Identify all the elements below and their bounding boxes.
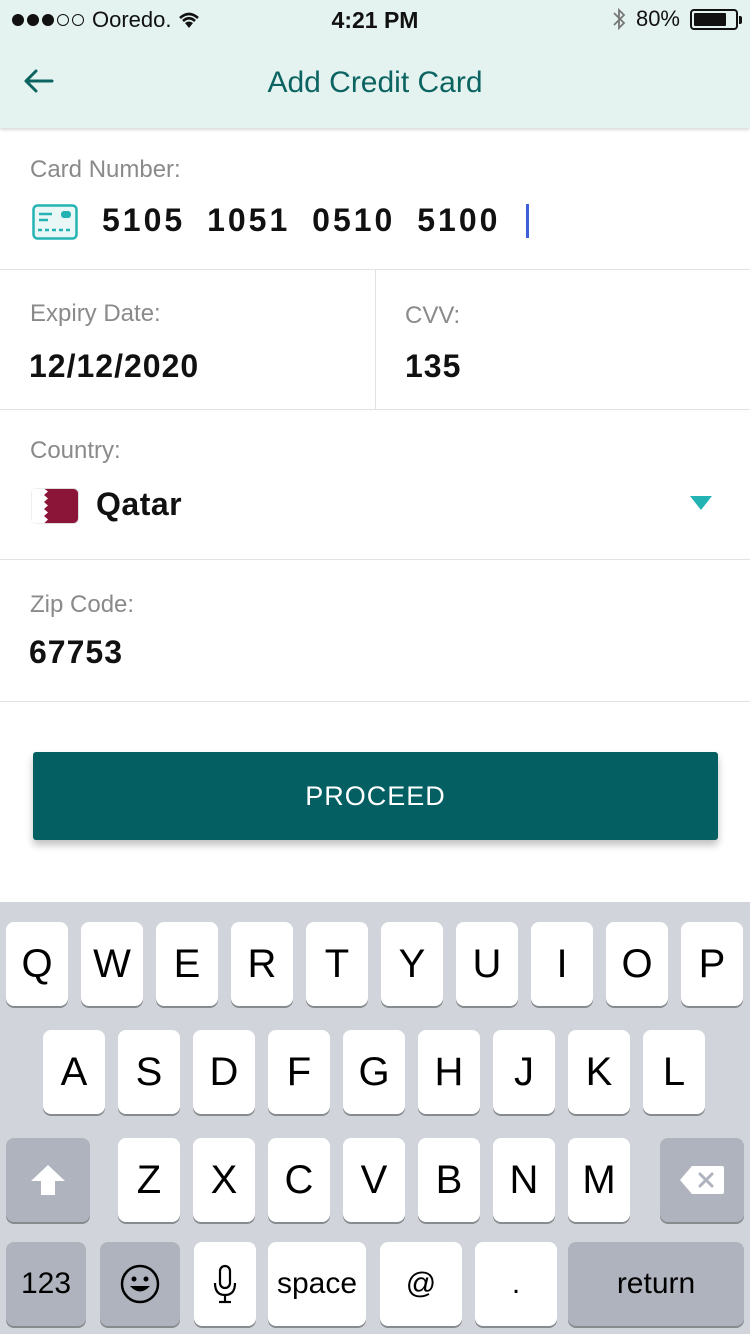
country-label: Country: bbox=[30, 437, 121, 464]
bluetooth-icon bbox=[613, 7, 626, 31]
microphone-key[interactable] bbox=[194, 1242, 256, 1326]
card-number-label: Card Number: bbox=[30, 156, 181, 183]
key-f[interactable]: F bbox=[268, 1030, 330, 1114]
key-s[interactable]: S bbox=[118, 1030, 180, 1114]
zip-code-label: Zip Code: bbox=[30, 591, 135, 618]
text-cursor bbox=[526, 204, 529, 238]
key-v[interactable]: V bbox=[343, 1138, 405, 1222]
battery-icon bbox=[690, 8, 742, 30]
key-j[interactable]: J bbox=[493, 1030, 555, 1114]
key-i[interactable]: I bbox=[531, 922, 593, 1006]
battery-percent: 80% bbox=[635, 6, 680, 31]
key-n[interactable]: N bbox=[493, 1138, 555, 1222]
key-a[interactable]: A bbox=[43, 1030, 105, 1114]
zip-code-input[interactable]: 67753 bbox=[29, 634, 123, 671]
key-d[interactable]: D bbox=[193, 1030, 255, 1114]
key-k[interactable]: K bbox=[568, 1030, 630, 1114]
status-bar: Ooredo. 4:21 PM 80% bbox=[0, 0, 750, 40]
credit-card-icon bbox=[32, 204, 78, 240]
country-select[interactable]: Qatar bbox=[0, 470, 750, 550]
vertical-divider bbox=[375, 270, 376, 410]
divider bbox=[0, 559, 750, 560]
at-key[interactable]: @ bbox=[380, 1242, 462, 1326]
key-g[interactable]: G bbox=[343, 1030, 405, 1114]
delete-key[interactable] bbox=[660, 1138, 744, 1222]
emoji-key[interactable] bbox=[100, 1242, 180, 1326]
carrier-name: Ooredo. bbox=[92, 7, 172, 32]
key-m[interactable]: M bbox=[568, 1138, 630, 1222]
key-b[interactable]: B bbox=[418, 1138, 480, 1222]
country-value: Qatar bbox=[96, 486, 183, 522]
proceed-button[interactable]: PROCEED bbox=[33, 752, 718, 840]
status-left: Ooredo. bbox=[12, 7, 202, 33]
space-key[interactable]: space bbox=[268, 1242, 366, 1326]
signal-dots-icon bbox=[12, 14, 84, 26]
key-r[interactable]: R bbox=[231, 922, 293, 1006]
key-y[interactable]: Y bbox=[381, 922, 443, 1006]
key-h[interactable]: H bbox=[418, 1030, 480, 1114]
key-q[interactable]: Q bbox=[6, 922, 68, 1006]
microphone-icon bbox=[213, 1264, 237, 1304]
keyboard: QWERTYUIOP ASDFGHJKL ZXCVBNM 123 space @… bbox=[0, 902, 750, 1334]
key-c[interactable]: C bbox=[268, 1138, 330, 1222]
emoji-icon bbox=[120, 1264, 160, 1304]
card-number-input[interactable]: 5105 1051 0510 5100 bbox=[102, 202, 500, 239]
shift-icon bbox=[31, 1165, 65, 1195]
nav-bar: Add Credit Card bbox=[0, 40, 750, 128]
page-title: Add Credit Card bbox=[267, 66, 483, 99]
key-t[interactable]: T bbox=[306, 922, 368, 1006]
battery-fill bbox=[694, 12, 726, 26]
divider bbox=[0, 701, 750, 702]
numbers-key[interactable]: 123 bbox=[6, 1242, 86, 1326]
expiry-date-label: Expiry Date: bbox=[30, 300, 161, 327]
status-right: 80% bbox=[612, 6, 742, 32]
cvv-label: CVV: bbox=[405, 302, 461, 329]
delete-icon bbox=[680, 1166, 724, 1194]
key-u[interactable]: U bbox=[456, 922, 518, 1006]
key-o[interactable]: O bbox=[606, 922, 668, 1006]
key-e[interactable]: E bbox=[156, 922, 218, 1006]
key-z[interactable]: Z bbox=[118, 1138, 180, 1222]
shift-key[interactable] bbox=[6, 1138, 90, 1222]
key-w[interactable]: W bbox=[81, 922, 143, 1006]
period-key[interactable]: . bbox=[475, 1242, 557, 1326]
key-x[interactable]: X bbox=[193, 1138, 255, 1222]
key-l[interactable]: L bbox=[643, 1030, 705, 1114]
cvv-input[interactable]: 135 bbox=[405, 348, 461, 385]
triangle-down-icon bbox=[690, 496, 712, 510]
key-p[interactable]: P bbox=[681, 922, 743, 1006]
return-key[interactable]: return bbox=[568, 1242, 744, 1326]
expiry-date-input[interactable]: 12/12/2020 bbox=[29, 348, 199, 385]
divider bbox=[0, 409, 750, 410]
wifi-icon bbox=[178, 12, 199, 28]
qatar-flag-icon bbox=[31, 488, 79, 524]
